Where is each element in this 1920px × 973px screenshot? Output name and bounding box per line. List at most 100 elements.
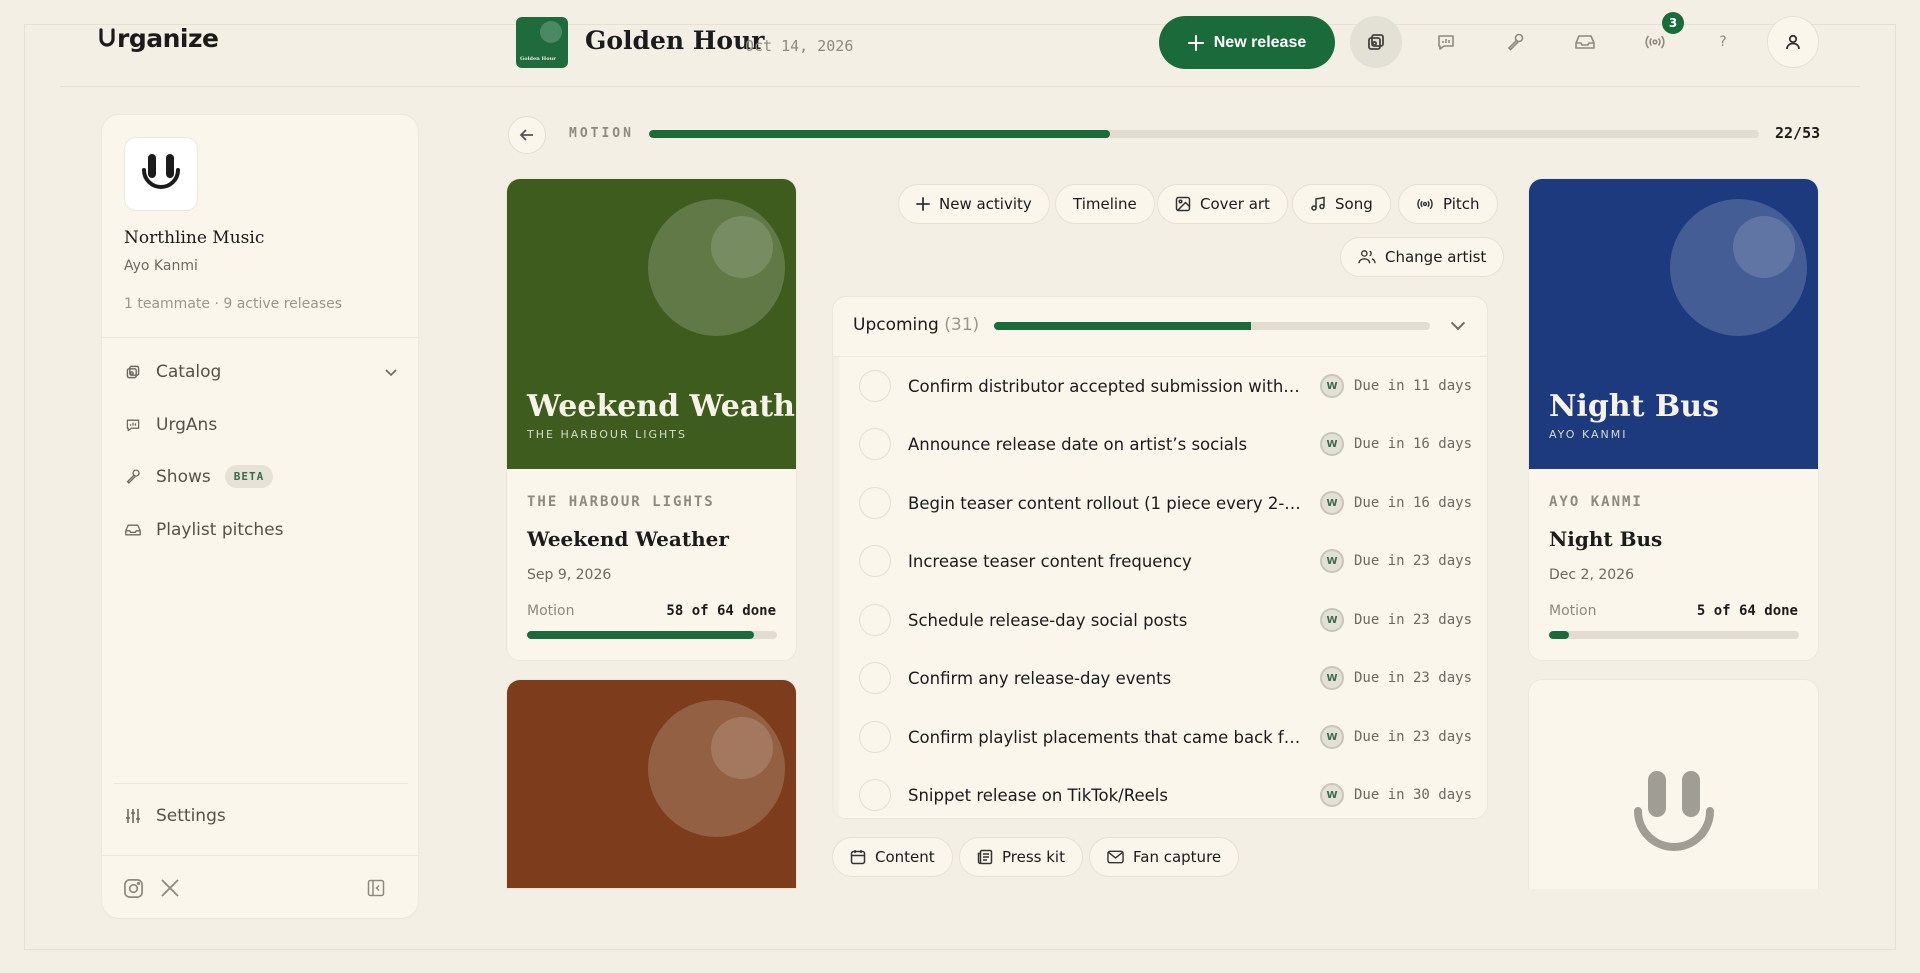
newspaper-icon	[977, 849, 993, 865]
release-card-night-bus[interactable]: Night Bus AYO KANMI AYO KANMI Night Bus …	[1528, 178, 1819, 661]
app-logo[interactable]: rganize	[98, 24, 219, 53]
change-artist-label: Change artist	[1385, 248, 1487, 266]
upcoming-label: Upcoming	[853, 315, 939, 335]
plus-icon	[1187, 34, 1204, 51]
user-icon	[1786, 34, 1800, 50]
motion-label: MOTION	[569, 126, 634, 141]
task-assignee-avatar: W	[1320, 432, 1344, 456]
motion-count: 22/53	[1775, 124, 1821, 142]
cover-art-label: Cover art	[1200, 195, 1270, 213]
release-card-placeholder[interactable]	[1528, 679, 1819, 889]
sidebar-item-playlist-pitches[interactable]: Playlist pitches	[124, 520, 398, 540]
chevron-down-icon[interactable]	[1449, 316, 1467, 334]
instagram-link[interactable]	[122, 877, 144, 899]
header-shows-button[interactable]	[1490, 16, 1542, 68]
release-card-progress-fill	[1549, 631, 1569, 639]
task-row[interactable]: Schedule release-day social posts W Due …	[859, 591, 1479, 649]
pitch-label: Pitch	[1443, 195, 1480, 213]
task-assignee-avatar: W	[1320, 549, 1344, 573]
release-title[interactable]: Golden Hour	[585, 26, 764, 55]
task-due: Due in 16 days	[1354, 436, 1473, 452]
motion-progress-fill	[649, 130, 1110, 138]
task-checkbox[interactable]	[859, 487, 891, 519]
fan-capture-button[interactable]: Fan capture	[1089, 837, 1240, 877]
task-checkbox[interactable]	[859, 662, 891, 694]
sidebar-item-label: Catalog	[156, 362, 222, 382]
task-checkbox[interactable]	[859, 721, 891, 753]
task-assignee-avatar: W	[1320, 491, 1344, 515]
back-button[interactable]	[508, 116, 546, 154]
notification-badge: 3	[1662, 12, 1684, 34]
sidebar-item-urgans[interactable]: UrgAns	[124, 415, 398, 435]
sidebar-item-settings[interactable]: Settings	[124, 806, 398, 826]
plus-icon	[916, 197, 930, 211]
task-checkbox[interactable]	[859, 428, 891, 460]
mail-icon	[1107, 850, 1124, 864]
task-checkbox[interactable]	[859, 779, 891, 811]
upcoming-header[interactable]: Upcoming (31)	[853, 315, 979, 335]
help-icon[interactable]: ?	[1697, 16, 1749, 68]
broadcast-icon	[1417, 198, 1433, 210]
chat-icon	[1438, 35, 1454, 50]
calendar-icon	[850, 850, 866, 865]
header-catalog-button[interactable]	[1350, 16, 1402, 68]
logo-headphones-icon	[99, 27, 115, 47]
sidebar-item-label: Shows	[156, 466, 211, 487]
sidebar-item-shows[interactable]: Shows BETA	[124, 465, 398, 488]
x-link[interactable]	[159, 877, 181, 899]
sidebar-item-catalog[interactable]: Catalog	[124, 362, 398, 382]
user-avatar-button[interactable]	[1767, 16, 1819, 68]
sidebar-divider	[102, 855, 418, 856]
content-button[interactable]: Content	[832, 837, 953, 877]
release-card-done-count: 5 of 64 done	[1696, 603, 1798, 619]
cover-art-button[interactable]: Cover art	[1157, 184, 1288, 224]
headphones-logo-icon	[142, 154, 180, 189]
chevron-down-icon[interactable]	[384, 365, 398, 379]
task-row[interactable]: Confirm any release-day events W Due in …	[859, 649, 1479, 707]
task-row[interactable]: Announce release date on artist’s social…	[859, 415, 1479, 473]
task-row[interactable]: Confirm playlist placements that came ba…	[859, 708, 1479, 766]
task-row[interactable]: Snippet release on TikTok/Reels W Due in…	[859, 766, 1479, 818]
task-checkbox[interactable]	[859, 604, 891, 636]
collapse-sidebar-button[interactable]	[365, 877, 387, 899]
timeline-button[interactable]: Timeline	[1055, 184, 1155, 224]
music-note-icon	[1311, 196, 1325, 211]
task-row[interactable]: Increase teaser content frequency W Due …	[859, 532, 1479, 590]
broadcast-icon	[1645, 35, 1665, 49]
task-assignee-avatar: W	[1320, 783, 1344, 807]
release-card-motion-label: Motion	[1549, 603, 1597, 619]
release-thumbnail[interactable]: Golden Hour	[516, 17, 568, 68]
fan-capture-label: Fan capture	[1133, 848, 1222, 866]
catalog-icon	[126, 365, 140, 379]
upcoming-progress-bar	[994, 322, 1430, 330]
task-text: Schedule release-day social posts	[908, 610, 1188, 630]
new-activity-button[interactable]: New activity	[898, 184, 1050, 224]
task-text: Confirm any release-day events	[908, 668, 1172, 688]
song-button[interactable]: Song	[1292, 184, 1391, 224]
release-card-peek[interactable]	[506, 679, 797, 889]
release-card-art-artist: THE HARBOUR LIGHTS	[527, 428, 687, 441]
panel-left-rail	[833, 357, 839, 818]
org-name: Northline Music	[124, 228, 265, 248]
task-row[interactable]: Begin teaser content rollout (1 piece ev…	[859, 474, 1479, 532]
task-checkbox[interactable]	[859, 545, 891, 577]
inbox-icon	[125, 524, 141, 536]
press-kit-button[interactable]: Press kit	[959, 837, 1083, 877]
new-release-button[interactable]: New release	[1159, 16, 1335, 69]
release-card-motion-label: Motion	[527, 603, 575, 619]
header-chat-button[interactable]	[1420, 16, 1472, 68]
new-activity-label: New activity	[939, 195, 1032, 213]
release-date: Oct 14, 2026	[745, 37, 854, 55]
task-text: Increase teaser content frequency	[908, 551, 1192, 571]
release-card-done-count: 58 of 64 done	[666, 603, 776, 619]
upcoming-count: (31)	[944, 315, 980, 335]
task-assignee-avatar: W	[1320, 725, 1344, 749]
image-icon	[1175, 196, 1191, 212]
org-avatar[interactable]	[124, 137, 198, 211]
task-row[interactable]: Confirm distributor accepted submission …	[859, 357, 1479, 415]
change-artist-button[interactable]: Change artist	[1340, 237, 1505, 277]
pitch-button[interactable]: Pitch	[1398, 184, 1498, 224]
header-inbox-button[interactable]	[1559, 16, 1611, 68]
release-card-weekend-weather[interactable]: Weekend Weather THE HARBOUR LIGHTS THE H…	[506, 178, 797, 661]
task-checkbox[interactable]	[859, 370, 891, 402]
